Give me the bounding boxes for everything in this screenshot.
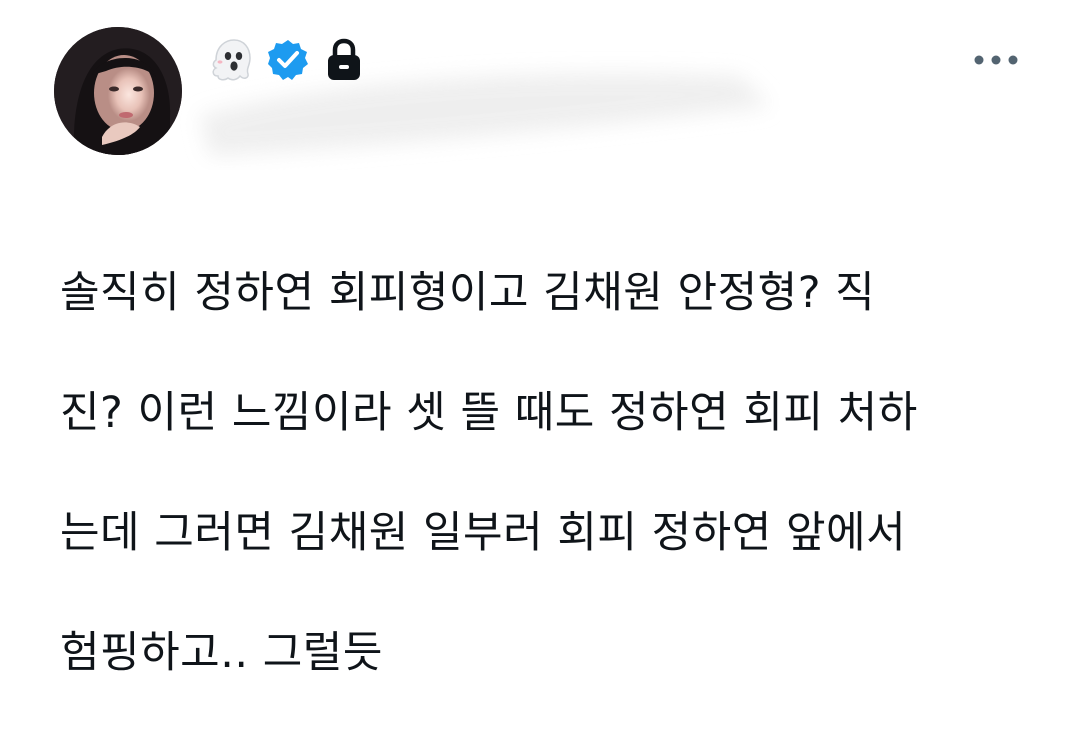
lock-icon	[328, 38, 360, 80]
header-badges	[210, 34, 364, 86]
more-options-button[interactable]	[968, 44, 1024, 76]
tweet-card: 솔직히 정하연 회피형이고 김채원 안정형? 직 진? 이런 느낌이라 셋 뜰 …	[0, 0, 1080, 678]
more-options-icon	[974, 55, 1018, 65]
tweet-text-line: 는데 그러면 김채원 일부러 회피 정하연 앞에서	[60, 508, 907, 558]
tweet-text-line: 험핑하고.. 그럴듯	[60, 628, 383, 678]
tweet-text-line: 솔직히 정하연 회피형이고 김채원 안정형? 직	[60, 268, 876, 318]
avatar-image	[54, 27, 182, 155]
ghost-emoji-icon	[212, 39, 251, 81]
tweet-text-line: 진? 이런 느낌이라 셋 뜰 때도 정하연 회피 처하	[60, 388, 918, 438]
verified-badge-icon[interactable]	[266, 38, 310, 82]
tweet-text: 솔직히 정하연 회피형이고 김채원 안정형? 직 진? 이런 느낌이라 셋 뜰 …	[60, 203, 1030, 743]
avatar[interactable]	[54, 27, 182, 155]
